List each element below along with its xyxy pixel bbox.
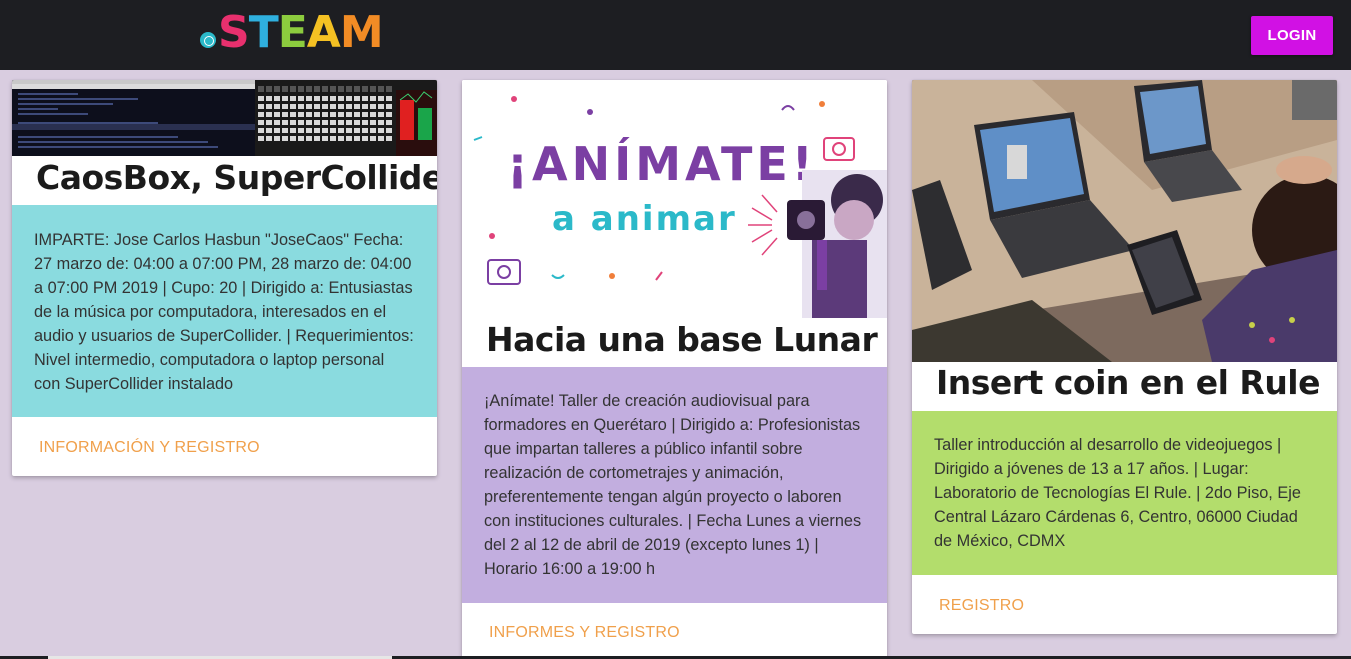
registration-link[interactable]: REGISTRO (939, 597, 1024, 615)
poster-subline: a animar (552, 199, 737, 239)
logo-wordmark: STEAM (218, 7, 384, 58)
card-image-supercollider-screenshot (12, 80, 437, 156)
poster-headline: ¡ANÍMATE! (507, 137, 817, 191)
card-title: Insert coin en el Rule (936, 363, 1321, 402)
card-description: ¡Anímate! Taller de creación audiovisual… (462, 367, 887, 603)
card-title: Hacia una base Lunar (486, 320, 878, 359)
reports-registration-link[interactable]: INFORMES Y REGISTRO (489, 624, 680, 642)
login-button[interactable]: LOGIN (1251, 16, 1333, 55)
card-description: Taller introducción al desarrollo de vid… (912, 411, 1337, 575)
logo-dot-icon (200, 32, 216, 48)
card-image-workshop-photo (912, 80, 1337, 362)
course-card-caosbox: CaosBox, SuperCollider IMPARTE: Jose Car… (12, 80, 437, 476)
course-card-base-lunar: ¡ANÍMATE! a animar Hacia una base Lunar … (462, 80, 887, 659)
top-navbar: STEAM LOGIN (0, 0, 1351, 70)
info-registration-link[interactable]: INFORMACIÓN Y REGISTRO (39, 439, 260, 457)
card-image-animate-poster: ¡ANÍMATE! a animar (462, 80, 887, 318)
steam-logo[interactable]: STEAM (200, 7, 384, 58)
course-card-insert-coin: Insert coin en el Rule Taller introducci… (912, 80, 1337, 634)
card-description: IMPARTE: Jose Carlos Hasbun "JoseCaos" F… (12, 205, 437, 417)
card-title: CaosBox, SuperCollider (36, 158, 437, 197)
